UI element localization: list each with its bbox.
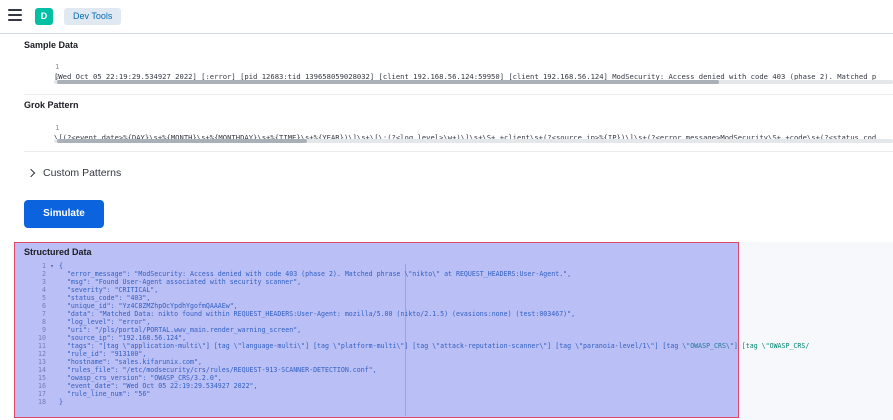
custom-patterns-label: Custom Patterns	[43, 167, 122, 179]
divider	[24, 94, 893, 95]
scrollbar-thumb[interactable]	[57, 139, 307, 143]
horizontal-scrollbar[interactable]	[54, 139, 893, 143]
chevron-right-icon	[26, 168, 36, 178]
divider	[24, 151, 893, 152]
scrollbar-thumb[interactable]	[57, 80, 719, 84]
breadcrumb-dev-tools[interactable]: Dev Tools	[64, 8, 122, 25]
line-number: 1	[54, 62, 60, 71]
selection-highlight	[14, 242, 739, 418]
editor-line: 1 [Wed Oct 05 22:19:29.534927 2022] [:er…	[24, 52, 876, 81]
editor-line: 2	[24, 62, 59, 81]
editor-line: 1 \[(?<event_date>%{DAY}\s+%{MONTH}\s+%{…	[24, 113, 876, 142]
horizontal-scrollbar[interactable]	[54, 80, 893, 84]
top-header: D Dev Tools	[0, 0, 893, 34]
structured-data-label: Structured Data	[24, 247, 92, 257]
space-avatar[interactable]: D	[35, 8, 53, 25]
grok-pattern-editor[interactable]: 1 \[(?<event_date>%{DAY}\s+%{MONTH}\s+%{…	[24, 113, 893, 149]
sample-data-label: Sample Data	[24, 40, 79, 50]
line-number: 1	[54, 123, 60, 132]
sample-data-editor[interactable]: 1 [Wed Oct 05 22:19:29.534927 2022] [:er…	[24, 52, 893, 92]
grok-pattern-label: Grok Pattern	[24, 100, 79, 110]
simulate-button[interactable]: Simulate	[24, 200, 104, 228]
hamburger-menu-icon[interactable]	[8, 9, 22, 23]
